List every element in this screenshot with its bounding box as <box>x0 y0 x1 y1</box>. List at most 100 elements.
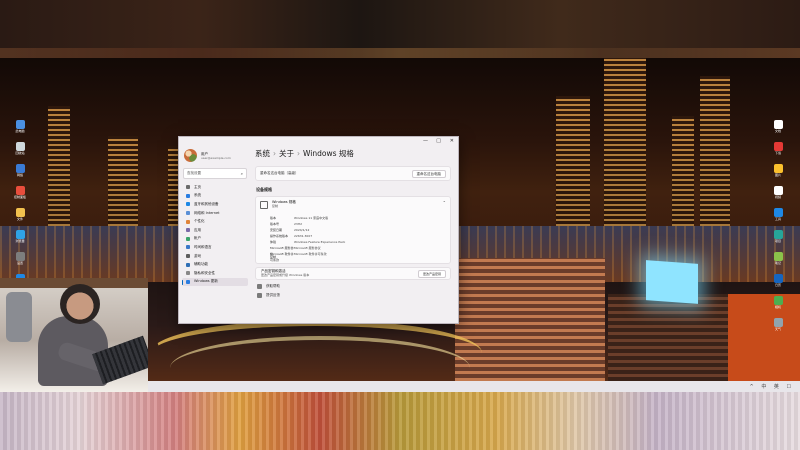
section-title: 设备规格 <box>256 187 272 192</box>
search-input[interactable]: 查找设置 ⌕ <box>183 168 247 179</box>
breadcrumb-current: Windows 规格 <box>303 149 354 158</box>
desktop-icon[interactable]: 网络 <box>0 164 40 183</box>
sidebar-item[interactable]: 游戏 <box>182 252 248 261</box>
search-icon: ⌕ <box>240 171 243 176</box>
sidebar-item[interactable]: 系统 <box>182 192 248 201</box>
sidebar-item[interactable]: 隐私和安全性 <box>182 269 248 278</box>
video-glitch-band-top <box>0 0 800 58</box>
close-button[interactable]: ✕ <box>450 138 454 144</box>
nav-icon <box>186 228 190 233</box>
sidebar-item[interactable]: 个性化 <box>182 217 248 226</box>
spec-rows: 版本 Windows 11 家庭中文版 版本号 23H2 安装日期 2024/1/12 操作… <box>270 215 444 262</box>
network-icon <box>15 164 25 173</box>
sidebar-item-label: 辅助功能 <box>194 262 208 267</box>
sidebar-item[interactable]: 辅助功能 <box>182 260 248 269</box>
sidebar-item-label: 蓝牙和其他设备 <box>194 201 219 206</box>
desktop-icon[interactable]: 天气 <box>758 318 798 337</box>
calendar-icon <box>773 274 783 283</box>
nav-icon <box>186 254 190 259</box>
product-key-card: 产品密钥和激活 更改产品密钥或升级 Windows 版本 更改产品密钥 <box>255 267 451 280</box>
desktop-icon[interactable]: 笔记 <box>758 252 798 271</box>
nav-icon <box>186 211 190 216</box>
nav-icon <box>186 202 190 207</box>
change-product-key-button[interactable]: 更改产品密钥 <box>417 270 446 278</box>
rename-card: 重命名这台电脑（高级） 重命名这台电脑 <box>255 166 451 181</box>
desktop-icon[interactable]: 项目 <box>758 230 798 249</box>
spec-subtitle: 复制 <box>272 204 279 208</box>
skyline-building <box>700 76 730 226</box>
sidebar-item[interactable]: 时间和语言 <box>182 243 248 252</box>
skyline-building <box>108 136 138 226</box>
sidebar-item[interactable]: 蓝牙和其他设备 <box>182 200 248 209</box>
breadcrumb: 系统 › 关于 › Windows 规格 <box>253 145 453 160</box>
nav-icon <box>186 262 190 267</box>
desktop-icon[interactable]: 回收站 <box>0 142 40 161</box>
nav-icon <box>186 219 190 224</box>
weather-icon <box>773 318 783 327</box>
billboard <box>646 260 698 304</box>
desktop-icon[interactable]: 控制面板 <box>0 186 40 205</box>
rename-label: 重命名这台电脑（高级） <box>260 171 299 175</box>
skyline-building <box>556 96 590 226</box>
sidebar-item-label: Windows 更新 <box>194 279 218 284</box>
chair <box>6 292 32 342</box>
title-bar: — □ ✕ <box>179 137 458 145</box>
sidebar-item[interactable]: 应用 <box>182 226 248 235</box>
settings-main: 系统 › 关于 › Windows 规格 重命名这台电脑（高级） 重命名这台电脑 设备规… <box>253 145 453 323</box>
sidebar-item-label: 帐户 <box>194 236 201 241</box>
maximize-button[interactable]: □ <box>436 138 441 144</box>
windows-icon <box>260 201 268 209</box>
image-icon <box>773 164 783 173</box>
nav-icon <box>186 245 190 250</box>
taskbar: ^ 中 英 ☐ <box>148 381 800 392</box>
desktop-icon[interactable]: 浏览器 <box>0 230 40 249</box>
sidebar-item[interactable]: 网络和 Internet <box>182 209 248 218</box>
sidebar-item-label: 隐私和安全性 <box>194 270 215 275</box>
minimize-button[interactable]: — <box>423 138 428 144</box>
tool-icon <box>773 208 783 217</box>
desktop-icon[interactable]: 此电脑 <box>0 120 40 139</box>
search-placeholder: 查找设置 <box>187 171 201 175</box>
sidebar-item[interactable]: 主页 <box>182 183 248 192</box>
desktop-icon[interactable]: 下载 <box>758 142 798 161</box>
video-icon <box>773 186 783 195</box>
skyline-building <box>604 58 646 226</box>
desktop-icon[interactable]: 相机 <box>758 296 798 315</box>
folder-icon <box>15 208 25 217</box>
user-email: user@example.com <box>201 155 231 160</box>
recycle-bin-icon <box>15 142 25 151</box>
desktop-icon[interactable]: 工具 <box>758 208 798 227</box>
breadcrumb-item[interactable]: 关于 <box>279 149 294 158</box>
control-panel-icon <box>15 186 25 195</box>
desktop-icon[interactable]: 文档 <box>758 120 798 139</box>
desktop-icon[interactable]: 图片 <box>758 164 798 183</box>
nav-icon <box>186 185 190 190</box>
sidebar-item-label: 时间和语言 <box>194 244 212 249</box>
windows-spec-card: Windows 规格 复制 ⌃ 版本 Windows 11 家庭中文版 版本号 23H… <box>255 196 451 264</box>
sidebar-item[interactable]: Windows 更新 <box>182 277 248 287</box>
help-icon <box>257 284 262 289</box>
copy-button[interactable]: 复制 <box>270 255 276 259</box>
get-help-link[interactable]: 获取帮助 <box>253 282 453 291</box>
rename-button[interactable]: 重命名这台电脑 <box>411 170 446 178</box>
sidebar-item[interactable]: 帐户 <box>182 235 248 244</box>
user-profile[interactable]: 用户 user@example.com <box>179 145 251 166</box>
breadcrumb-item[interactable]: 系统 <box>255 149 270 158</box>
person-head <box>60 284 100 324</box>
feedback-link[interactable]: 提供反馈 <box>253 291 453 300</box>
avatar <box>184 149 197 162</box>
browser-icon <box>15 230 25 239</box>
skyline-building <box>672 116 694 226</box>
desktop-icon[interactable]: 设置 <box>0 252 40 271</box>
gear-icon <box>15 252 25 261</box>
sidebar-item-label: 应用 <box>194 227 201 232</box>
desktop-icon[interactable]: 文件 <box>0 208 40 227</box>
spec-value: Microsoft 软件许可条款 <box>294 252 327 256</box>
desktop-icon[interactable]: 日历 <box>758 274 798 293</box>
chevron-up-icon[interactable]: ⌃ <box>443 200 446 205</box>
settings-nav: 主页 系统 蓝牙和其他设备网络和 Internet 个性化 应用帐户时间和语言游戏 辅助功… <box>179 183 251 287</box>
desktop-icon[interactable]: 视频 <box>758 186 798 205</box>
camera-icon <box>773 296 783 305</box>
system-tray[interactable]: ^ 中 英 ☐ <box>750 383 794 390</box>
spec-header[interactable]: Windows 规格 复制 <box>260 200 296 209</box>
